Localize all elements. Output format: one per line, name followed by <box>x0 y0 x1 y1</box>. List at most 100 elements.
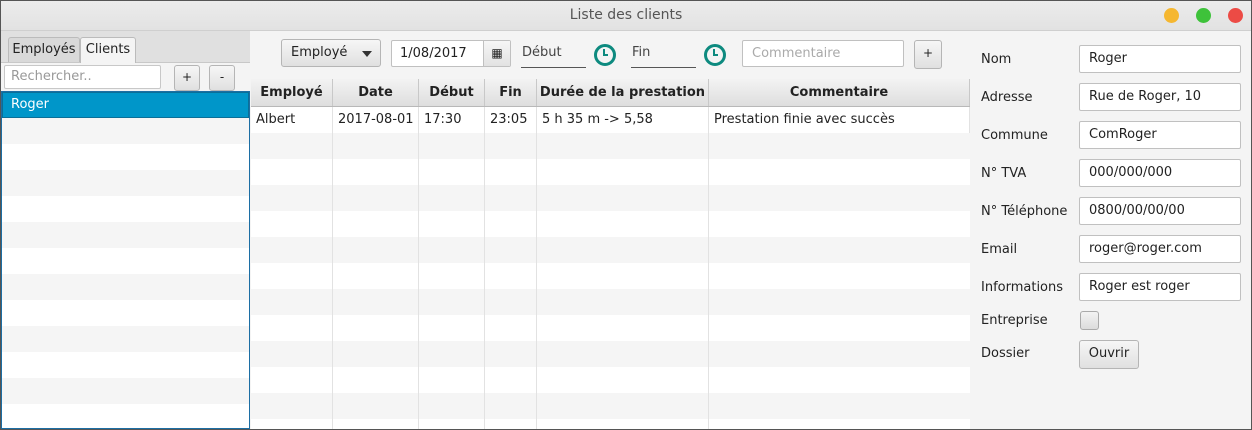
empty-row <box>2 170 249 196</box>
nom-label: Nom <box>981 52 1012 67</box>
empty-row <box>251 315 970 341</box>
close-icon[interactable] <box>1228 8 1243 23</box>
column-divider <box>332 263 333 289</box>
client-details: Nom Roger Adresse Rue de Roger, 10 Commu… <box>971 31 1251 429</box>
column-divider <box>708 211 709 237</box>
commune-field[interactable]: ComRoger <box>1079 121 1241 149</box>
entreprise-label: Entreprise <box>981 313 1048 328</box>
column-divider <box>418 263 419 289</box>
list-item[interactable]: Roger <box>2 92 249 118</box>
column-divider <box>418 315 419 341</box>
column-divider <box>536 263 537 289</box>
adresse-label: Adresse <box>981 90 1033 105</box>
column-divider <box>708 159 709 185</box>
prestations-table: Employé Date Début Fin Durée de la prest… <box>251 79 970 429</box>
adresse-field[interactable]: Rue de Roger, 10 <box>1079 83 1241 111</box>
tab-employes[interactable]: Employés <box>8 37 80 62</box>
informations-label: Informations <box>981 280 1064 295</box>
empty-row <box>251 419 970 429</box>
column-divider <box>418 159 419 185</box>
calendar-icon[interactable]: ▦ <box>483 41 510 66</box>
employee-select-value: Employé <box>291 45 348 60</box>
column-divider <box>484 159 485 185</box>
informations-field[interactable]: Roger est roger <box>1079 273 1241 301</box>
column-divider <box>484 211 485 237</box>
tva-field[interactable]: 000/000/000 <box>1079 159 1241 187</box>
client-list[interactable]: Roger <box>1 91 250 429</box>
left-panel: Employés Clients Rechercher.. + - Roger <box>1 31 250 429</box>
email-field[interactable]: roger@roger.com <box>1079 235 1241 263</box>
column-divider <box>332 367 333 393</box>
column-divider <box>708 263 709 289</box>
empty-row <box>251 263 970 289</box>
start-time-field[interactable]: Début <box>521 42 586 68</box>
column-divider <box>484 367 485 393</box>
empty-row <box>2 326 249 352</box>
remove-client-button[interactable]: - <box>209 65 235 91</box>
table-row[interactable]: Albert 2017-08-01 17:30 23:05 5 h 35 m -… <box>251 107 970 133</box>
email-label: Email <box>981 242 1018 257</box>
table-cell: 2017-08-01 <box>333 107 419 133</box>
empty-row <box>251 211 970 237</box>
table-cell: 17:30 <box>419 107 485 133</box>
column-divider <box>418 237 419 263</box>
end-time-field[interactable]: Fin <box>631 42 696 68</box>
clock-icon[interactable] <box>594 44 616 66</box>
employee-select[interactable]: Employé <box>281 39 381 67</box>
column-divider <box>418 341 419 367</box>
column-divider <box>332 237 333 263</box>
empty-row <box>2 118 249 144</box>
telephone-field[interactable]: 0800/00/00/00 <box>1079 197 1241 225</box>
empty-row <box>251 237 970 263</box>
empty-row <box>2 274 249 300</box>
table-cell: Prestation finie avec succès <box>709 107 970 133</box>
clock-icon[interactable] <box>704 44 726 66</box>
column-divider <box>536 393 537 419</box>
commune-label: Commune <box>981 128 1048 143</box>
column-divider <box>708 237 709 263</box>
empty-row <box>2 196 249 222</box>
column-divider <box>418 367 419 393</box>
column-divider <box>418 185 419 211</box>
tab-bar: Employés Clients <box>1 31 250 63</box>
date-picker[interactable]: 1/08/2017 ▦ <box>391 40 511 67</box>
column-divider <box>536 367 537 393</box>
empty-row <box>2 222 249 248</box>
empty-row <box>251 133 970 159</box>
empty-row <box>2 378 249 404</box>
column-header[interactable]: Commentaire <box>709 79 970 106</box>
window-title: Liste des clients <box>569 7 683 23</box>
column-header[interactable]: Employé <box>251 79 333 106</box>
comment-input[interactable]: Commentaire <box>742 40 904 67</box>
date-value: 1/08/2017 <box>400 46 467 61</box>
column-divider <box>708 341 709 367</box>
column-divider <box>708 315 709 341</box>
add-client-button[interactable]: + <box>174 65 200 91</box>
column-divider <box>332 185 333 211</box>
table-cell: Albert <box>251 107 333 133</box>
column-divider <box>536 289 537 315</box>
column-header[interactable]: Date <box>333 79 419 106</box>
open-folder-button[interactable]: Ouvrir <box>1079 340 1139 369</box>
column-header[interactable]: Durée de la prestation <box>537 79 709 106</box>
column-divider <box>536 159 537 185</box>
nom-field[interactable]: Roger <box>1079 45 1241 73</box>
entreprise-checkbox[interactable] <box>1080 311 1099 330</box>
empty-row <box>251 393 970 419</box>
app-window: Liste des clients Employés Clients Reche… <box>0 0 1252 430</box>
table-header: Employé Date Début Fin Durée de la prest… <box>251 79 970 107</box>
tab-clients[interactable]: Clients <box>80 37 136 63</box>
maximize-icon[interactable] <box>1196 8 1211 23</box>
empty-row <box>2 404 249 428</box>
empty-row <box>251 341 970 367</box>
prestations-panel: Employé 1/08/2017 ▦ Début Fin Commentair… <box>251 31 970 429</box>
column-divider <box>418 419 419 429</box>
search-input[interactable]: Rechercher.. <box>4 65 161 89</box>
empty-row <box>2 352 249 378</box>
column-header[interactable]: Début <box>419 79 485 106</box>
minimize-icon[interactable] <box>1164 8 1179 23</box>
tva-label: N° TVA <box>981 166 1027 181</box>
column-header[interactable]: Fin <box>485 79 537 106</box>
add-prestation-button[interactable]: + <box>914 40 942 69</box>
chevron-down-icon <box>362 51 372 57</box>
